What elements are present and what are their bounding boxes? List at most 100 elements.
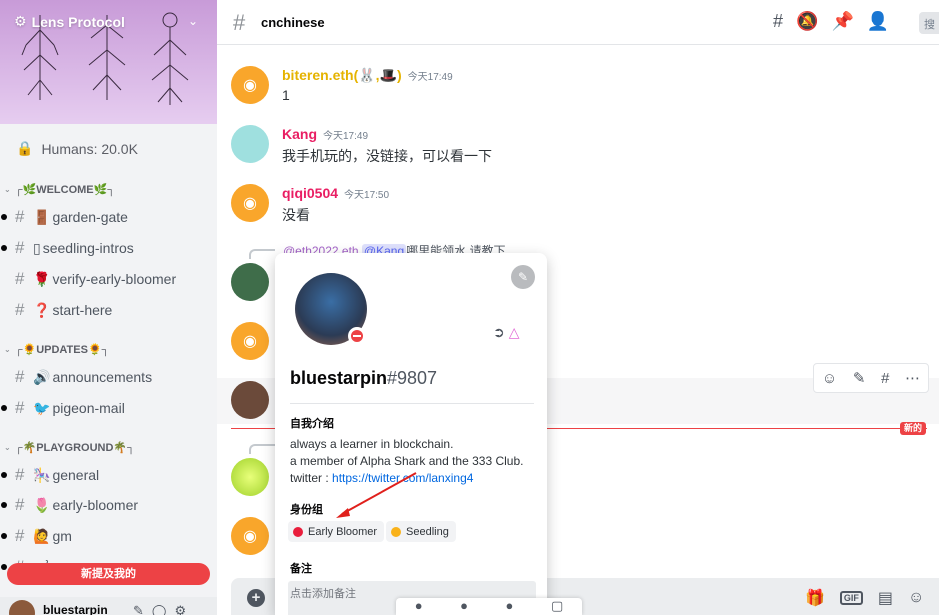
- user-profile-popout: ✎ ➲ △ bluestarpin#9807 自我介绍 always a lea…: [275, 253, 547, 615]
- bio-line: always a learner in blockchain.: [290, 437, 454, 451]
- nitro-icon[interactable]: △: [509, 324, 520, 341]
- unread-dot: [1, 405, 7, 411]
- hash-icon: #: [15, 526, 25, 545]
- new-messages-badge: 新的: [900, 422, 927, 435]
- dot-icon[interactable]: ●: [506, 598, 514, 615]
- discord-logo-icon: ◉: [243, 77, 257, 94]
- message-author[interactable]: qiqi0504 今天17:50: [282, 185, 389, 201]
- edit-icon[interactable]: ✎: [853, 369, 866, 387]
- server-settings-icon: ⚙: [14, 13, 27, 29]
- chevron-down-icon[interactable]: ⌄: [188, 14, 198, 28]
- lock-icon: 🔒: [16, 140, 34, 156]
- dot-icon[interactable]: ●: [415, 598, 423, 615]
- unread-dot: [1, 533, 7, 539]
- chevron-down-icon: ⌄: [4, 185, 11, 194]
- current-username[interactable]: bluestarpin: [43, 603, 108, 615]
- threads-icon[interactable]: #: [773, 11, 783, 32]
- channel-start-here[interactable]: # ❓ start-here: [0, 297, 210, 323]
- discord-logo-icon: ◉: [243, 528, 257, 545]
- dot-icon[interactable]: ●: [460, 598, 468, 615]
- avatar[interactable]: [231, 381, 269, 419]
- annotation-arrow: [336, 472, 417, 518]
- emoji-icon[interactable]: ☺: [908, 589, 924, 607]
- category-updates[interactable]: ⌄ ┌🌻UPDATES🌻┐: [4, 343, 109, 356]
- channel-seedling-intros[interactable]: # ▯ seedling-intros: [0, 235, 210, 261]
- channel-announcements[interactable]: # 🔊 announcements: [0, 364, 210, 390]
- unread-dot: [1, 502, 7, 508]
- new-mentions-button[interactable]: 新提及我的: [7, 563, 210, 585]
- chevron-down-icon: ⌄: [4, 443, 11, 452]
- more-icon[interactable]: ⋯: [905, 369, 920, 387]
- sticker-icon[interactable]: ▤: [878, 588, 893, 608]
- channel-garden-gate[interactable]: # 🚪 garden-gate: [0, 204, 210, 230]
- hash-icon: #: [15, 398, 25, 417]
- microphone-muted-icon[interactable]: ✎: [133, 603, 152, 615]
- square-icon[interactable]: ▢: [551, 598, 563, 615]
- hash-icon: #: [15, 238, 25, 257]
- reply-connector: [249, 249, 275, 259]
- popout-actions: ● ● ● ▢: [396, 598, 582, 615]
- divider: [290, 403, 534, 404]
- gift-icon[interactable]: 🎁: [805, 588, 825, 608]
- hash-icon: #: [15, 465, 25, 484]
- gear-icon[interactable]: ⚙: [174, 603, 194, 615]
- channel-sidebar: ⚙ Lens Protocol ⌄ 🔒 Humans: 20.0K ⌄ ┌🌿WE…: [0, 0, 217, 615]
- create-thread-icon[interactable]: #: [881, 370, 889, 387]
- server-name[interactable]: ⚙ Lens Protocol: [14, 13, 125, 30]
- hash-icon: #: [15, 367, 25, 386]
- hypesquad-icon[interactable]: ➲: [493, 324, 505, 341]
- channel-title: cnchinese: [261, 15, 325, 30]
- header-toolbar: # 🔕 📌 👤: [773, 11, 889, 32]
- hash-icon: #: [15, 269, 25, 288]
- composer-toolbar: 🎁 GIF ▤ ☺: [805, 588, 924, 608]
- avatar[interactable]: [231, 125, 269, 163]
- chevron-down-icon: ⌄: [4, 345, 11, 354]
- member-list-icon[interactable]: 👤: [867, 11, 889, 32]
- search-input[interactable]: 搜: [919, 12, 939, 34]
- about-heading: 自我介绍: [290, 418, 334, 430]
- avatar[interactable]: ◉: [231, 517, 269, 555]
- plant-art-icon: [151, 12, 189, 105]
- channel-verify-early-bloomer[interactable]: # 🌹 verify-early-bloomer: [0, 266, 210, 292]
- gif-icon[interactable]: GIF: [839, 591, 863, 605]
- profile-badges: ➲ △: [493, 324, 520, 341]
- avatar[interactable]: ◉: [231, 184, 269, 222]
- discord-logo-icon: ◉: [243, 333, 257, 350]
- hash-icon: #: [15, 495, 25, 514]
- hash-icon: #: [15, 207, 25, 226]
- message-author[interactable]: Kang 今天17:49: [282, 126, 368, 142]
- hash-icon: #: [233, 10, 246, 35]
- unread-dot: [1, 245, 7, 251]
- hash-icon: #: [15, 300, 25, 319]
- avatar[interactable]: [231, 458, 269, 496]
- user-controls: ✎◯⚙: [133, 603, 194, 615]
- avatar[interactable]: ◉: [231, 66, 269, 104]
- category-welcome[interactable]: ⌄ ┌🌿WELCOME🌿┐: [4, 183, 115, 196]
- profile-username: bluestarpin#9807: [290, 368, 438, 388]
- notification-muted-icon[interactable]: 🔕: [796, 11, 818, 32]
- channel-general[interactable]: # 🎠 general: [0, 462, 210, 488]
- unread-dot: [1, 214, 7, 220]
- message-actions-toolbar: ☺ ✎ # ⋯: [813, 363, 929, 393]
- pin-icon[interactable]: 📌: [831, 11, 853, 32]
- discord-logo-icon: ◉: [243, 195, 257, 212]
- server-banner[interactable]: ⚙ Lens Protocol ⌄: [0, 0, 217, 124]
- message-text: 我手机玩的，没链接，可以看一下: [282, 148, 492, 164]
- channel-early-bloomer[interactable]: # 🌷 early-bloomer: [0, 492, 210, 518]
- unread-dot: [1, 564, 7, 570]
- category-playground[interactable]: ⌄ ┌🌴PLAYGROUND🌴┐: [4, 441, 135, 454]
- avatar[interactable]: ◉: [231, 322, 269, 360]
- channel-gm[interactable]: # 🙋 gm: [0, 523, 210, 549]
- message-text: 1: [282, 87, 290, 103]
- upload-button[interactable]: +: [247, 589, 265, 607]
- status-dnd-icon: [348, 327, 366, 345]
- note-heading: 备注: [290, 563, 312, 575]
- channel-pigeon-mail[interactable]: # 🐦 pigeon-mail: [0, 395, 210, 421]
- edit-profile-button[interactable]: ✎: [511, 265, 535, 289]
- avatar[interactable]: [231, 263, 269, 301]
- unread-dot: [1, 472, 7, 478]
- message-text: 没看: [282, 207, 310, 223]
- add-reaction-icon[interactable]: ☺: [822, 370, 837, 387]
- message-author[interactable]: biteren.eth(🐰,🎩) 今天17:49: [282, 67, 453, 84]
- headphones-icon[interactable]: ◯: [152, 603, 175, 615]
